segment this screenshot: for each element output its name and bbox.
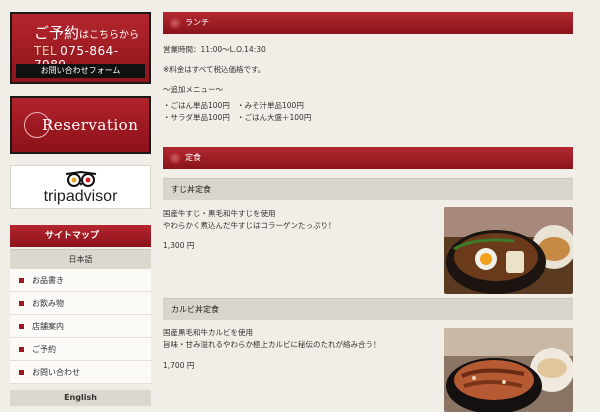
sidebar: ご予約はこちらから TEL075-864-7989 お問い合わせフォーム Res… <box>10 12 151 406</box>
extra-item-miso: ・みそ汁単品100円 <box>237 101 304 110</box>
sitemap-header: サイトマップ <box>10 225 151 247</box>
nav-item-contact[interactable]: お問い合わせ <box>10 361 151 384</box>
lunch-header: ランチ <box>163 12 573 34</box>
nav-list: お品書き お飲み物 店舗案内 ご予約 お問い合わせ <box>10 269 151 384</box>
extra-item-large-rice: ・ごはん大盛＋100円 <box>237 113 312 122</box>
item-karubi-desc2: 旨味・甘み溢れるやわらか極上カルビに秘伝のたれが絡み合う！ <box>163 340 381 349</box>
lang-english[interactable]: English <box>10 390 151 406</box>
item-suji-header: すじ丼定食 <box>163 178 573 200</box>
nav-item-reservation[interactable]: ご予約 <box>10 338 151 361</box>
reservation-contact-box[interactable]: ご予約はこちらから TEL075-864-7989 お問い合わせフォーム <box>10 12 151 84</box>
karubi-don-photo <box>444 328 573 412</box>
teishoku-header: 定食 <box>163 147 573 169</box>
lang-japanese: 日本語 <box>10 249 151 269</box>
reserve-title: ご予約はこちらから <box>34 24 140 42</box>
business-hours: 営業時間：11:00～L.O.14:30 <box>163 45 266 54</box>
contact-form-button[interactable]: お問い合わせフォーム <box>16 64 145 78</box>
item-suji-price: 1,300 円 <box>163 241 195 250</box>
item-suji-desc2: やわらかく煮込んだ牛すじはコラーゲンたっぷり！ <box>163 221 336 230</box>
reservation-label: Reservation <box>42 116 139 134</box>
item-suji-desc1: 国産牛すじ・黒毛和牛すじを使用 <box>163 209 276 218</box>
flower-icon <box>169 152 181 164</box>
tripadvisor-logo-text: tripadvisor <box>43 188 118 205</box>
tripadvisor-owl-icon <box>65 171 97 187</box>
flower-icon <box>169 17 181 29</box>
nav-item-drinks[interactable]: お飲み物 <box>10 292 151 315</box>
item-karubi-price: 1,700 円 <box>163 361 195 370</box>
nav-item-store-info[interactable]: 店舗案内 <box>10 315 151 338</box>
tripadvisor-banner[interactable]: tripadvisor <box>10 165 151 209</box>
suji-don-photo <box>444 207 573 294</box>
extra-item-salad: ・サラダ単品100円 <box>163 113 230 122</box>
extra-item-rice: ・ごはん単品100円 <box>163 101 230 110</box>
item-karubi-header: カルビ丼定食 <box>163 298 573 320</box>
extra-menu-title: ～追加メニュー～ <box>163 85 223 94</box>
main-content: ランチ 営業時間：11:00～L.O.14:30 ※料金はすべて税込価格です。 … <box>163 12 573 412</box>
tax-note: ※料金はすべて税込価格です。 <box>163 65 266 74</box>
item-karubi-desc1: 国産黒毛和牛カルビを使用 <box>163 328 253 337</box>
reservation-banner[interactable]: Reservation <box>10 96 151 154</box>
nav-item-menu[interactable]: お品書き <box>10 269 151 292</box>
